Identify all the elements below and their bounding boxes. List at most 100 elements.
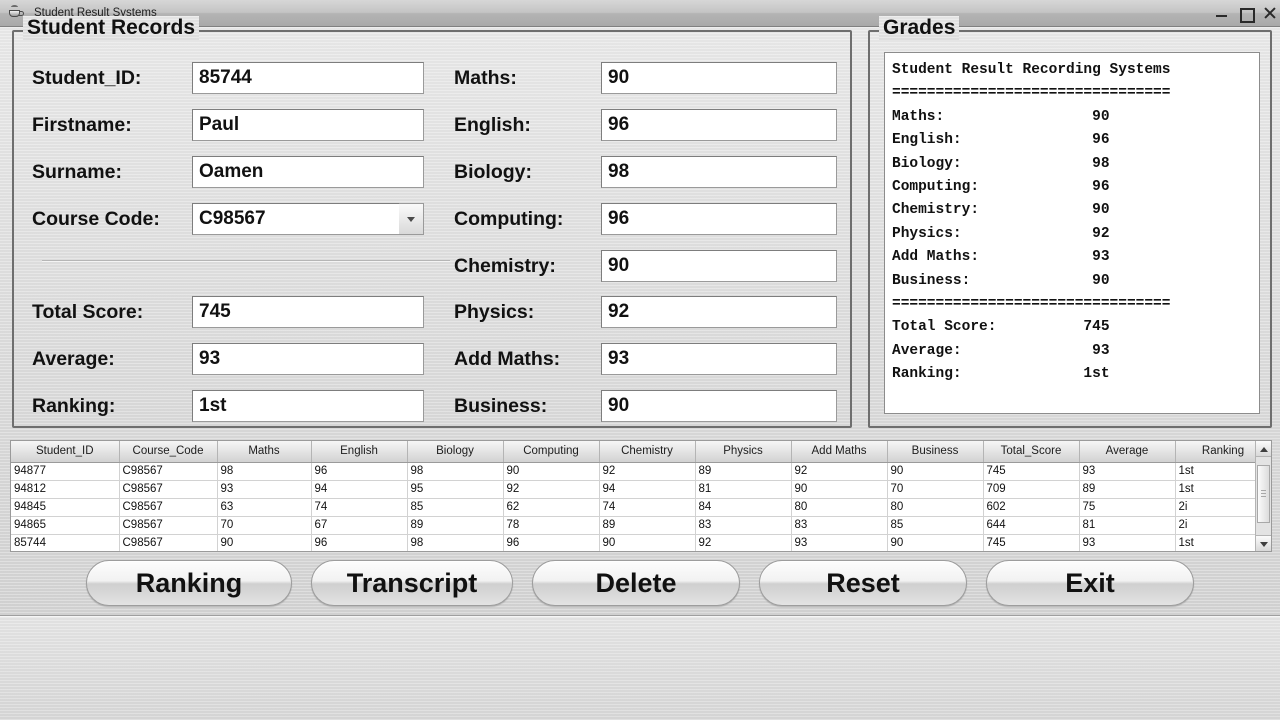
table-cell[interactable]: 62	[503, 498, 600, 517]
delete-button[interactable]: Delete	[532, 560, 740, 606]
table-cell[interactable]: 83	[791, 516, 888, 535]
input-maths[interactable]: 90	[601, 62, 837, 94]
input-ranking[interactable]: 1st	[192, 390, 424, 422]
chevron-down-icon[interactable]	[399, 203, 424, 235]
table-cell[interactable]: 85	[407, 498, 504, 517]
table-cell[interactable]: 89	[1079, 480, 1176, 499]
table-cell[interactable]: 75	[1079, 498, 1176, 517]
table-cell[interactable]: 74	[599, 498, 696, 517]
table-cell[interactable]: 644	[983, 516, 1080, 535]
table-row[interactable]: 94877 C98567 98 96 98 90 92 89 92 90 745 93 1st	[11, 462, 1255, 481]
table-column-header[interactable]: Physics	[695, 441, 792, 463]
table-cell[interactable]: 81	[695, 480, 792, 499]
table-cell[interactable]: C98567	[119, 534, 218, 551]
input-physics[interactable]: 92	[601, 296, 837, 328]
table-cell[interactable]: 96	[311, 534, 408, 551]
input-surname[interactable]: Oamen	[192, 156, 424, 188]
exit-button[interactable]: Exit	[986, 560, 1194, 606]
table-column-header[interactable]: Average	[1079, 441, 1176, 463]
table-cell[interactable]: 98	[217, 462, 312, 481]
table-cell[interactable]: 90	[887, 462, 984, 481]
input-firstname[interactable]: Paul	[192, 109, 424, 141]
table-cell[interactable]: 92	[503, 480, 600, 499]
table-cell[interactable]: 95	[407, 480, 504, 499]
table-cell[interactable]: 93	[217, 480, 312, 499]
table-cell[interactable]: 89	[407, 516, 504, 535]
grades-textarea[interactable]: Student Result Recording Systems =======…	[884, 52, 1260, 414]
table-column-header[interactable]: Computing	[503, 441, 600, 463]
input-average[interactable]: 93	[192, 343, 424, 375]
input-student-id[interactable]: 85744	[192, 62, 424, 94]
table-cell[interactable]: 92	[695, 534, 792, 551]
table-cell[interactable]: 70	[887, 480, 984, 499]
table-cell[interactable]: 81	[1079, 516, 1176, 535]
table-cell[interactable]: 90	[887, 534, 984, 551]
input-english[interactable]: 96	[601, 109, 837, 141]
table-column-header[interactable]: Student_ID	[11, 441, 120, 463]
table-cell[interactable]: 78	[503, 516, 600, 535]
table-vertical-scrollbar[interactable]	[1255, 441, 1271, 551]
table-cell[interactable]: 89	[695, 462, 792, 481]
minimize-icon[interactable]	[1215, 7, 1228, 20]
table-cell[interactable]: 745	[983, 534, 1080, 551]
input-computing[interactable]: 96	[601, 203, 837, 235]
table-column-header[interactable]: Course_Code	[119, 441, 218, 463]
table-cell[interactable]: 602	[983, 498, 1080, 517]
input-business[interactable]: 90	[601, 390, 837, 422]
table-cell[interactable]: 93	[791, 534, 888, 551]
table-cell[interactable]: 709	[983, 480, 1080, 499]
table-column-header[interactable]: Total_Score	[983, 441, 1080, 463]
table-cell[interactable]: 80	[887, 498, 984, 517]
table-column-header[interactable]: Add Maths	[791, 441, 888, 463]
table-cell[interactable]: 70	[217, 516, 312, 535]
ranking-button[interactable]: Ranking	[86, 560, 292, 606]
table-cell[interactable]: 85	[887, 516, 984, 535]
table-cell[interactable]: 96	[503, 534, 600, 551]
table-cell[interactable]: 92	[599, 462, 696, 481]
input-chemistry[interactable]: 90	[601, 250, 837, 282]
table-row[interactable]: 94865 C98567 70 67 89 78 89 83 83 85 644 81 2i	[11, 516, 1255, 535]
transcript-button[interactable]: Transcript	[311, 560, 513, 606]
table-cell[interactable]: 93	[1079, 462, 1176, 481]
input-add-maths[interactable]: 93	[601, 343, 837, 375]
table-cell[interactable]: 63	[217, 498, 312, 517]
table-cell[interactable]: 98	[407, 534, 504, 551]
maximize-icon[interactable]	[1239, 7, 1255, 23]
table-cell[interactable]: 80	[791, 498, 888, 517]
table-cell[interactable]: 94812	[11, 480, 120, 499]
table-cell[interactable]: 83	[695, 516, 792, 535]
reset-button[interactable]: Reset	[759, 560, 967, 606]
input-course-code[interactable]: C98567	[192, 203, 399, 235]
scroll-up-icon[interactable]	[1256, 441, 1271, 457]
table-cell[interactable]: 89	[599, 516, 696, 535]
scrollbar-thumb[interactable]	[1257, 465, 1270, 523]
table-cell[interactable]: 92	[791, 462, 888, 481]
table-cell[interactable]: 2i	[1175, 498, 1255, 517]
table-cell[interactable]: 85744	[11, 534, 120, 551]
table-row[interactable]: 94845 C98567 63 74 85 62 74 84 80 80 602 75 2i	[11, 498, 1255, 517]
table-cell[interactable]: 93	[1079, 534, 1176, 551]
table-row[interactable]: 94812 C98567 93 94 95 92 94 81 90 70 709 89 1st	[11, 480, 1255, 499]
table-column-header[interactable]: English	[311, 441, 408, 463]
table-cell[interactable]: 2i	[1175, 516, 1255, 535]
table-cell[interactable]: 67	[311, 516, 408, 535]
input-total-score[interactable]: 745	[192, 296, 424, 328]
table-cell[interactable]: 94845	[11, 498, 120, 517]
table-cell[interactable]: 90	[791, 480, 888, 499]
table-column-header[interactable]: Business	[887, 441, 984, 463]
table-cell[interactable]: C98567	[119, 462, 218, 481]
table-cell[interactable]: C98567	[119, 480, 218, 499]
table-cell[interactable]: 74	[311, 498, 408, 517]
table-cell[interactable]: 94877	[11, 462, 120, 481]
table-cell[interactable]: 1st	[1175, 480, 1255, 499]
table-column-header[interactable]: Maths	[217, 441, 312, 463]
table-cell[interactable]: 94	[599, 480, 696, 499]
table-cell[interactable]: 94865	[11, 516, 120, 535]
table-column-header[interactable]: Ranking	[1175, 441, 1255, 463]
table-cell[interactable]: 90	[503, 462, 600, 481]
table-cell[interactable]: C98567	[119, 516, 218, 535]
table-cell[interactable]: 745	[983, 462, 1080, 481]
input-biology[interactable]: 98	[601, 156, 837, 188]
table-cell[interactable]: 90	[599, 534, 696, 551]
table-cell[interactable]: 94	[311, 480, 408, 499]
